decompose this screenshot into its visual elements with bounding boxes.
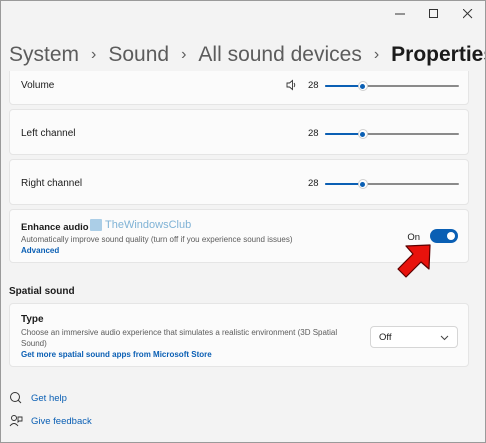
right-channel-value: 28: [308, 178, 319, 189]
advanced-link[interactable]: Advanced: [21, 246, 59, 255]
maximize-button[interactable]: [417, 1, 451, 27]
spatial-type-dropdown[interactable]: Off: [370, 326, 458, 348]
volume-card: Volume 28: [9, 71, 469, 105]
right-channel-slider[interactable]: [325, 177, 459, 191]
settings-window: System › Sound › All sound devices › Pro…: [0, 0, 486, 443]
window-controls: [383, 1, 485, 27]
get-help-link[interactable]: Get help: [9, 391, 67, 405]
slider-thumb[interactable]: [357, 179, 368, 189]
watermark-text: TheWindowsClub: [105, 219, 192, 231]
volume-value: 28: [308, 80, 319, 91]
enhance-audio-title: Enhance audio: [21, 222, 89, 233]
breadcrumb-sound[interactable]: Sound: [108, 43, 169, 67]
toggle-state-label: On: [407, 232, 420, 243]
red-arrow-icon: [397, 244, 431, 278]
chevron-right-icon: ›: [91, 46, 97, 63]
breadcrumb: System › Sound › All sound devices › Pro…: [9, 39, 486, 71]
maximize-icon: [429, 9, 438, 18]
left-channel-slider[interactable]: [325, 127, 459, 141]
left-channel-value: 28: [308, 128, 319, 139]
enhance-audio-description: Automatically improve sound quality (tur…: [21, 235, 293, 244]
left-channel-card: Left channel 28: [9, 109, 469, 155]
settings-content: Volume 28 Left channel 28 Right channel …: [1, 71, 485, 442]
left-channel-label: Left channel: [21, 128, 76, 139]
slider-thumb[interactable]: [357, 129, 368, 139]
give-feedback-label: Give feedback: [31, 415, 92, 427]
minimize-icon: [395, 13, 405, 15]
breadcrumb-all-sound-devices[interactable]: All sound devices: [198, 43, 361, 67]
minimize-button[interactable]: [383, 1, 417, 27]
get-spatial-apps-link[interactable]: Get more spatial sound apps from Microso…: [21, 350, 212, 359]
watermark-logo-icon: [90, 219, 102, 231]
page-title: Properties: [391, 43, 486, 66]
give-feedback-link[interactable]: Give feedback: [9, 414, 92, 428]
right-channel-label: Right channel: [21, 178, 83, 189]
get-help-label: Get help: [31, 392, 67, 404]
spatial-type-card: Type Choose an immersive audio experienc…: [9, 303, 469, 367]
right-channel-card: Right channel 28: [9, 159, 469, 205]
speaker-icon[interactable]: [286, 79, 298, 91]
spatial-type-description: Choose an immersive audio experience tha…: [21, 328, 338, 348]
close-button[interactable]: [451, 1, 485, 27]
dropdown-value: Off: [379, 332, 392, 343]
chevron-down-icon: [440, 335, 449, 341]
watermark: TheWindowsClub: [90, 219, 191, 231]
help-headset-icon: [10, 392, 22, 404]
feedback-icon: [9, 415, 23, 427]
slider-thumb[interactable]: [357, 81, 368, 91]
volume-label: Volume: [21, 80, 55, 91]
spatial-type-title: Type: [21, 314, 44, 325]
toggle-knob: [447, 232, 455, 240]
chevron-right-icon: ›: [181, 46, 187, 63]
close-icon: [463, 9, 473, 19]
spatial-sound-heading: Spatial sound: [9, 286, 75, 297]
enhance-audio-toggle[interactable]: [430, 229, 458, 243]
breadcrumb-system[interactable]: System: [9, 43, 79, 67]
volume-slider[interactable]: [325, 79, 459, 93]
chevron-right-icon: ›: [373, 46, 380, 63]
